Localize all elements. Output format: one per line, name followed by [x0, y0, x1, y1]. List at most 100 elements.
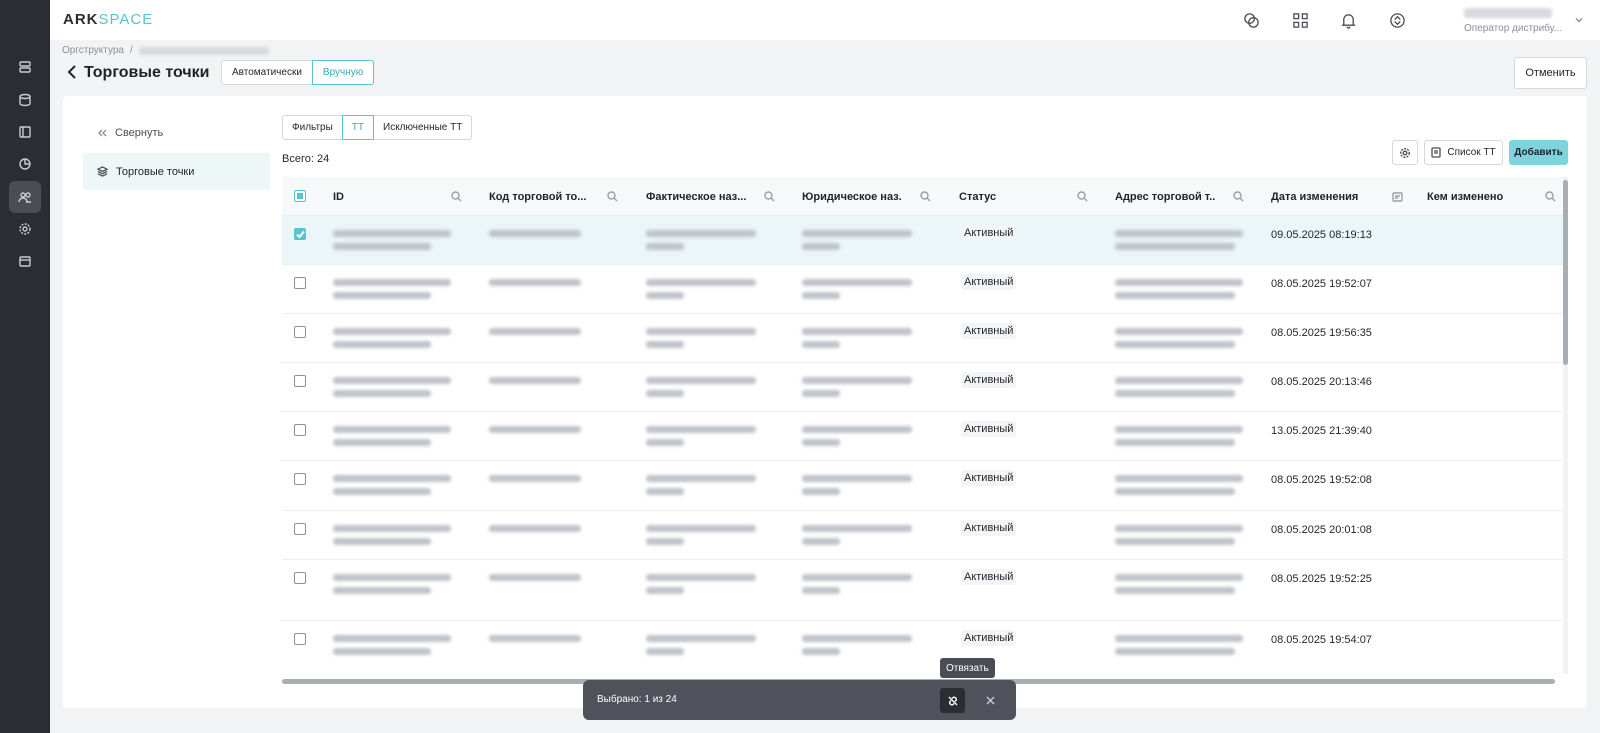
row-checkbox[interactable] [294, 572, 306, 584]
redacted-cell [802, 230, 912, 256]
redacted-cell [489, 574, 581, 587]
modified-date-cell: 08.05.2025 19:54:07 [1271, 634, 1372, 646]
row-checkbox[interactable] [294, 424, 306, 436]
tab-tt[interactable]: ТТ [341, 115, 374, 140]
add-button[interactable]: Добавить [1509, 140, 1568, 165]
back-arrow-icon[interactable] [65, 64, 79, 80]
close-icon [986, 696, 994, 704]
chat-icon[interactable] [1241, 10, 1261, 30]
search-icon[interactable] [920, 191, 931, 202]
column-header-status[interactable]: Статус [959, 177, 1099, 216]
status-cell: Активный [961, 520, 1017, 536]
redacted-cell [1115, 426, 1243, 452]
app-logo[interactable]: ARKSPACE [63, 11, 153, 28]
redacted-cell [1115, 279, 1243, 305]
tt-list-button[interactable]: Список ТТ [1424, 140, 1503, 165]
table-row[interactable]: Активный 09.05.2025 08:19:13 [282, 216, 1564, 265]
column-header-actual-name[interactable]: Фактическое наз... [646, 177, 786, 216]
mode-auto-button[interactable]: Автоматически [221, 60, 313, 85]
column-header-modified-by[interactable]: Кем изменено [1427, 177, 1562, 216]
search-icon[interactable] [1545, 191, 1556, 202]
table-row[interactable]: Активный 08.05.2025 20:13:46 [282, 363, 1564, 412]
redacted-cell [802, 279, 912, 305]
table-row[interactable]: Активный 08.05.2025 19:52:07 [282, 265, 1564, 314]
modified-date-cell: 08.05.2025 19:52:25 [1271, 573, 1372, 585]
side-panel: Свернуть Торговые точки [83, 116, 270, 190]
table-row[interactable]: Активный 08.05.2025 19:54:07 [282, 621, 1564, 675]
chevron-down-icon[interactable] [1574, 14, 1584, 24]
redacted-cell [646, 635, 756, 661]
row-checkbox[interactable] [294, 277, 306, 289]
redacted-cell [646, 426, 756, 452]
tab-filters[interactable]: Фильтры [282, 115, 343, 140]
close-selection-button[interactable] [983, 693, 997, 707]
double-chevron-left-icon [98, 129, 107, 137]
unlink-button[interactable] [940, 688, 965, 713]
search-icon[interactable] [607, 191, 618, 202]
table-row[interactable]: Активный 08.05.2025 19:52:25 [282, 560, 1564, 621]
column-header-address[interactable]: Адрес торговой т... [1115, 177, 1255, 216]
sync-icon[interactable] [1387, 10, 1407, 30]
redacted-cell [1115, 635, 1243, 661]
nav-users-icon[interactable] [9, 181, 41, 213]
modified-date-cell: 09.05.2025 08:19:13 [1271, 229, 1372, 241]
mode-manual-button[interactable]: Вручную [311, 60, 375, 85]
nav-database-icon[interactable] [9, 84, 41, 116]
table-tabs: Фильтры ТТ Исключенные ТТ [282, 115, 473, 140]
table-settings-button[interactable] [1392, 140, 1418, 165]
redacted-cell [333, 525, 451, 551]
column-header-legal-name[interactable]: Юридическое наз... [802, 177, 942, 216]
sidebar-item-trade-points[interactable]: Торговые точки [83, 153, 270, 190]
modified-date-cell: 08.05.2025 20:01:08 [1271, 524, 1372, 536]
redacted-cell [802, 525, 912, 551]
nav-calendar-icon[interactable] [9, 245, 41, 277]
row-checkbox[interactable] [294, 375, 306, 387]
redacted-cell [802, 426, 912, 452]
redacted-cell [1115, 230, 1243, 256]
breadcrumb-root[interactable]: Оргструктура [62, 45, 124, 56]
nav-settings-icon[interactable] [9, 213, 41, 245]
cancel-button[interactable]: Отменить [1514, 57, 1587, 89]
redacted-cell [333, 635, 451, 661]
breadcrumb: Оргструктура / [62, 45, 269, 56]
column-header-modified-date[interactable]: Дата изменения [1271, 177, 1411, 216]
redacted-cell [1115, 574, 1243, 600]
table-row[interactable]: Активный 08.05.2025 19:56:35 [282, 314, 1564, 363]
redacted-cell [646, 475, 756, 501]
search-icon[interactable] [1077, 191, 1088, 202]
table-row[interactable]: Активный 08.05.2025 19:52:08 [282, 461, 1564, 511]
table-row[interactable]: Активный 08.05.2025 20:01:08 [282, 511, 1564, 560]
redacted-cell [646, 377, 756, 403]
nav-server-icon[interactable] [9, 51, 41, 83]
row-checkbox[interactable] [294, 326, 306, 338]
row-checkbox[interactable] [294, 523, 306, 535]
row-checkbox[interactable] [294, 228, 306, 240]
tab-excluded[interactable]: Исключенные ТТ [373, 115, 473, 140]
select-all-checkbox[interactable] [294, 190, 306, 202]
column-header-code[interactable]: Код торговой то... [489, 177, 629, 216]
row-checkbox[interactable] [294, 633, 306, 645]
apps-grid-icon[interactable] [1290, 10, 1310, 30]
left-nav-rail [0, 0, 50, 733]
vertical-scrollbar-thumb[interactable] [1563, 180, 1568, 365]
redacted-cell [333, 475, 451, 501]
search-icon[interactable] [451, 191, 462, 202]
redacted-cell [489, 475, 581, 488]
redacted-cell [333, 328, 451, 354]
modified-date-cell: 08.05.2025 19:56:35 [1271, 327, 1372, 339]
modified-date-cell: 13.05.2025 21:39:40 [1271, 425, 1372, 437]
calendar-filter-icon[interactable] [1392, 191, 1403, 202]
user-menu[interactable]: Оператор дистрибу... [1464, 6, 1564, 34]
search-icon[interactable] [1233, 191, 1244, 202]
notification-bell-icon[interactable] [1338, 10, 1358, 30]
table-row[interactable]: Активный 13.05.2025 21:39:40 [282, 412, 1564, 461]
row-checkbox[interactable] [294, 473, 306, 485]
status-badge: Активный [961, 630, 1017, 646]
nav-layout-icon[interactable] [9, 116, 41, 148]
breadcrumb-current-redacted [138, 47, 269, 55]
redacted-cell [802, 475, 912, 501]
nav-chart-icon[interactable] [9, 148, 41, 180]
search-icon[interactable] [764, 191, 775, 202]
collapse-button[interactable]: Свернуть [83, 116, 270, 150]
column-header-id[interactable]: ID [333, 177, 473, 216]
